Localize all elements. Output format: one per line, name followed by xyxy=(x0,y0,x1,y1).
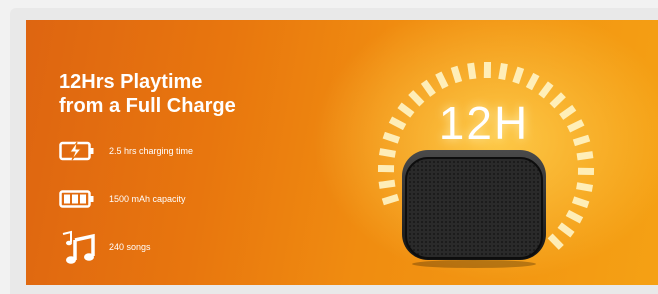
glow-ray xyxy=(408,90,425,107)
glow-ray xyxy=(420,79,436,97)
glow-ray xyxy=(567,119,585,133)
glow-ray xyxy=(571,196,590,209)
glow-ray xyxy=(549,92,566,109)
glow-ray xyxy=(382,131,401,144)
glow-ray xyxy=(572,134,591,147)
charging-battery-icon xyxy=(59,140,103,162)
feature-songs: 240 songs xyxy=(59,230,151,264)
glow-ray xyxy=(565,209,584,224)
glow-ray xyxy=(576,182,594,192)
glow-ray xyxy=(388,116,407,131)
feature-text: 240 songs xyxy=(109,242,151,252)
glow-ray xyxy=(450,65,463,84)
feature-text: 2.5 hrs charging time xyxy=(109,146,194,156)
glow-ray xyxy=(378,148,396,158)
music-notes-icon xyxy=(59,230,103,264)
glow-ray xyxy=(397,102,415,118)
banner-title: 12Hrs Playtime from a Full Charge xyxy=(59,70,236,118)
glow-ray xyxy=(467,62,477,80)
glow-ray xyxy=(435,71,449,89)
glow-ray xyxy=(576,151,594,161)
speaker-image xyxy=(402,150,546,268)
title-line-1: 12Hrs Playtime xyxy=(59,71,203,93)
glow-ray xyxy=(512,66,525,85)
glow-ray xyxy=(538,81,554,99)
feature-capacity: 1500 mAh capacity xyxy=(59,188,186,210)
glow-ray xyxy=(525,72,540,91)
glow-ray xyxy=(557,222,575,238)
glow-ray xyxy=(378,179,396,189)
playtime-badge: 12H xyxy=(438,97,530,149)
glow-ray xyxy=(559,104,577,120)
glow-ray xyxy=(498,62,508,80)
title-line-2: from a Full Charge xyxy=(59,95,236,117)
promo-banner: 12Hrs Playtime from a Full Charge 2.5 hr… xyxy=(26,20,658,285)
battery-icon xyxy=(59,188,103,210)
feature-charging-time: 2.5 hrs charging time xyxy=(59,140,193,162)
feature-text: 1500 mAh capacity xyxy=(109,194,186,204)
